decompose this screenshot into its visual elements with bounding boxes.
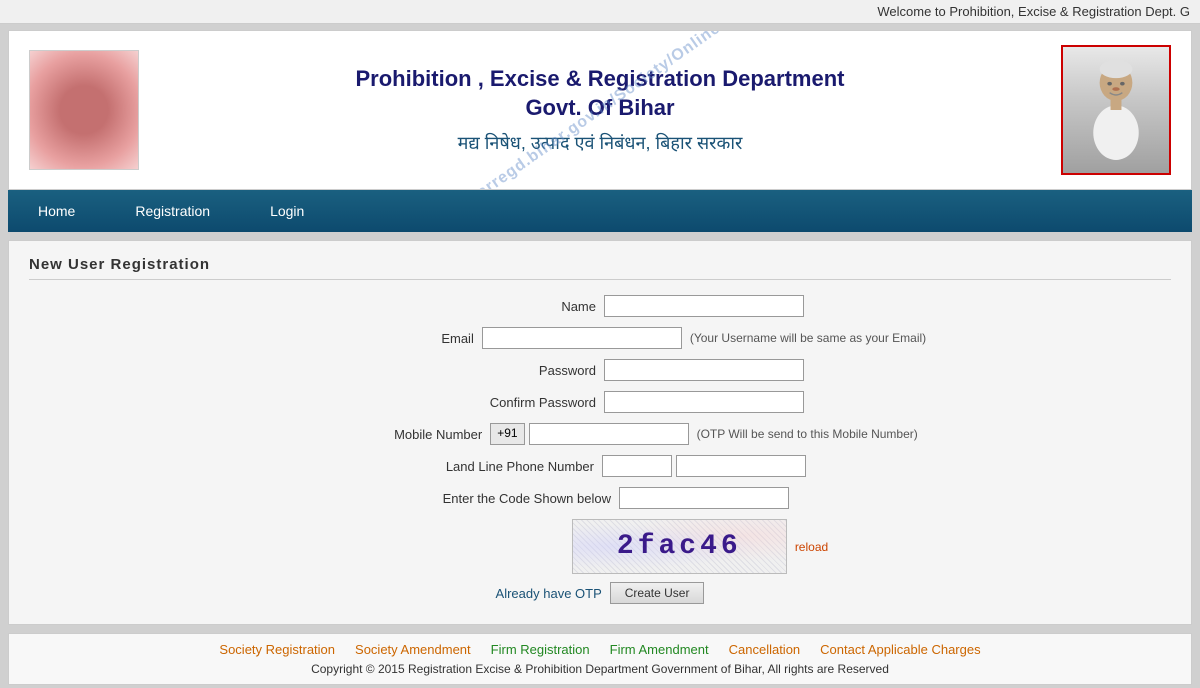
footer-copyright: Copyright © 2015 Registration Excise & P…	[24, 662, 1176, 676]
footer-link-contact-charges[interactable]: Contact Applicable Charges	[820, 642, 980, 657]
captcha-image: 2fac46	[572, 519, 787, 574]
nav-registration[interactable]: Registration	[105, 190, 240, 232]
footer-links: Society Registration Society Amendment F…	[24, 642, 1176, 657]
mobile-label: Mobile Number	[282, 427, 482, 442]
header-title-hindi: मद्य निषेध, उत्पाद एवं निबंधन, बिहार सरक…	[159, 131, 1041, 155]
captcha-input-row: Enter the Code Shown below	[29, 487, 1171, 509]
email-hint: (Your Username will be same as your Emai…	[690, 331, 926, 345]
confirm-password-label: Confirm Password	[396, 395, 596, 410]
header-title-english: Prohibition , Excise & Registration Depa…	[159, 65, 1041, 122]
name-label: Name	[396, 299, 596, 314]
reload-captcha-link[interactable]: reload	[795, 540, 828, 554]
footer: Society Registration Society Amendment F…	[8, 633, 1192, 685]
mobile-hint: (OTP Will be send to this Mobile Number)	[697, 427, 918, 441]
mobile-row: Mobile Number +91 (OTP Will be send to t…	[29, 423, 1171, 445]
footer-link-society-registration[interactable]: Society Registration	[219, 642, 335, 657]
name-row: Name	[29, 295, 1171, 317]
otp-label: Already have OTP	[496, 586, 602, 601]
landline-label: Land Line Phone Number	[394, 459, 594, 474]
footer-link-firm-registration[interactable]: Firm Registration	[491, 642, 590, 657]
email-row: Email (Your Username will be same as you…	[29, 327, 1171, 349]
footer-link-society-amendment[interactable]: Society Amendment	[355, 642, 471, 657]
create-user-button[interactable]: Create User	[610, 582, 705, 604]
mobile-input[interactable]	[529, 423, 689, 445]
mobile-prefix: +91	[490, 423, 524, 445]
navbar: Home Registration Login	[8, 190, 1192, 232]
top-bar: Welcome to Prohibition, Excise & Registr…	[0, 0, 1200, 24]
email-input[interactable]	[482, 327, 682, 349]
captcha-input[interactable]	[619, 487, 789, 509]
landline-row: Land Line Phone Number	[29, 455, 1171, 477]
otp-row: Already have OTP Create User	[496, 582, 705, 604]
footer-link-cancellation[interactable]: Cancellation	[729, 642, 801, 657]
captcha-label: Enter the Code Shown below	[411, 491, 611, 506]
name-input[interactable]	[604, 295, 804, 317]
header: Prohibition , Excise & Registration Depa…	[8, 30, 1192, 190]
section-title: New User Registration	[29, 256, 1171, 280]
header-text: Prohibition , Excise & Registration Depa…	[139, 65, 1061, 154]
confirm-password-row: Confirm Password	[29, 391, 1171, 413]
logo-left	[29, 50, 139, 170]
confirm-password-input[interactable]	[604, 391, 804, 413]
password-row: Password	[29, 359, 1171, 381]
landline-area-code[interactable]	[602, 455, 672, 477]
landline-number[interactable]	[676, 455, 806, 477]
main-content: New User Registration Name Email (Your U…	[8, 240, 1192, 625]
password-input[interactable]	[604, 359, 804, 381]
welcome-text: Welcome to Prohibition, Excise & Registr…	[877, 4, 1190, 19]
captcha-display-text: 2fac46	[617, 531, 742, 562]
nav-home[interactable]: Home	[8, 190, 105, 232]
captcha-image-area: 2fac46 reload	[572, 519, 828, 574]
nav-login[interactable]: Login	[240, 190, 334, 232]
landline-inputs	[602, 455, 806, 477]
minister-photo	[1061, 45, 1171, 175]
password-label: Password	[396, 363, 596, 378]
email-label: Email	[274, 331, 474, 346]
footer-link-firm-amendment[interactable]: Firm Amendment	[610, 642, 709, 657]
registration-form: Name Email (Your Username will be same a…	[29, 295, 1171, 604]
